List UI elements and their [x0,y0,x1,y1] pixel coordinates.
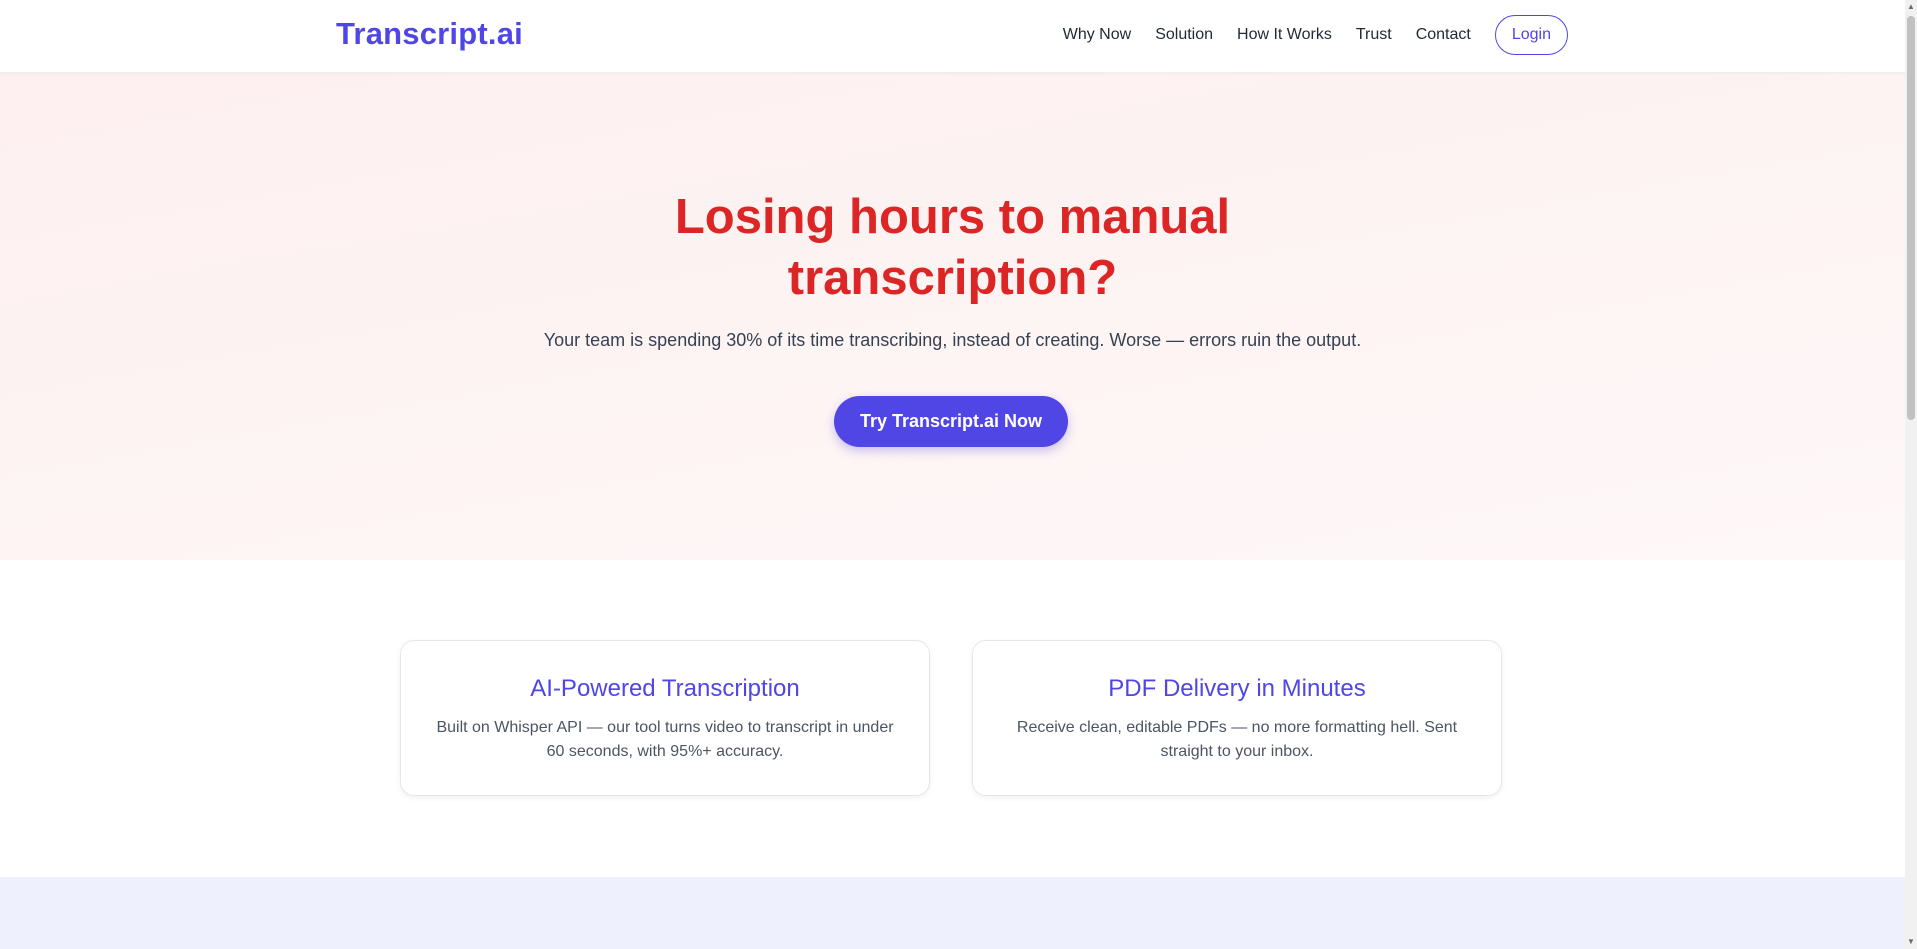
feature-card-title: PDF Delivery in Minutes [1108,675,1366,702]
nav-link-trust[interactable]: Trust [1356,14,1392,56]
nav-link-contact[interactable]: Contact [1416,14,1471,56]
nav-link-solution[interactable]: Solution [1155,14,1213,56]
scroll-down-arrow-icon[interactable]: ▼ [1905,935,1917,949]
feature-card-description: Receive clean, editable PDFs — no more f… [1016,719,1458,760]
scroll-up-arrow-icon[interactable]: ▲ [1905,0,1917,14]
nav-link-why-now[interactable]: Why Now [1063,14,1131,56]
hero-subtitle: Your team is spending 30% of its time tr… [543,330,1362,350]
try-now-button[interactable]: Try Transcript.ai Now [834,396,1068,447]
feature-card-title: AI-Powered Transcription [530,675,800,702]
page-scrollbar[interactable]: ▲ ▼ [1905,0,1917,949]
next-section [0,877,1905,949]
features-section: AI-Powered Transcription Built on Whispe… [0,560,1905,877]
site-header: Transcript.ai Why Now Solution How It Wo… [0,0,1905,73]
feature-card-pdf-delivery: PDF Delivery in Minutes Receive clean, e… [972,640,1502,796]
logo[interactable]: Transcript.ai [336,16,523,52]
feature-card-ai-transcription: AI-Powered Transcription Built on Whispe… [400,640,930,796]
main-nav: Why Now Solution How It Works Trust Cont… [1063,14,1568,56]
page: Transcript.ai Why Now Solution How It Wo… [0,0,1905,949]
scrollbar-thumb[interactable] [1907,16,1915,420]
hero-title: Losing hours to manual transcription? [674,190,1231,305]
nav-link-how-it-works[interactable]: How It Works [1237,14,1332,56]
login-button[interactable]: Login [1494,15,1568,55]
hero-section: Losing hours to manual transcription? Yo… [0,73,1905,560]
feature-card-description: Built on Whisper API — our tool turns vi… [436,719,894,760]
